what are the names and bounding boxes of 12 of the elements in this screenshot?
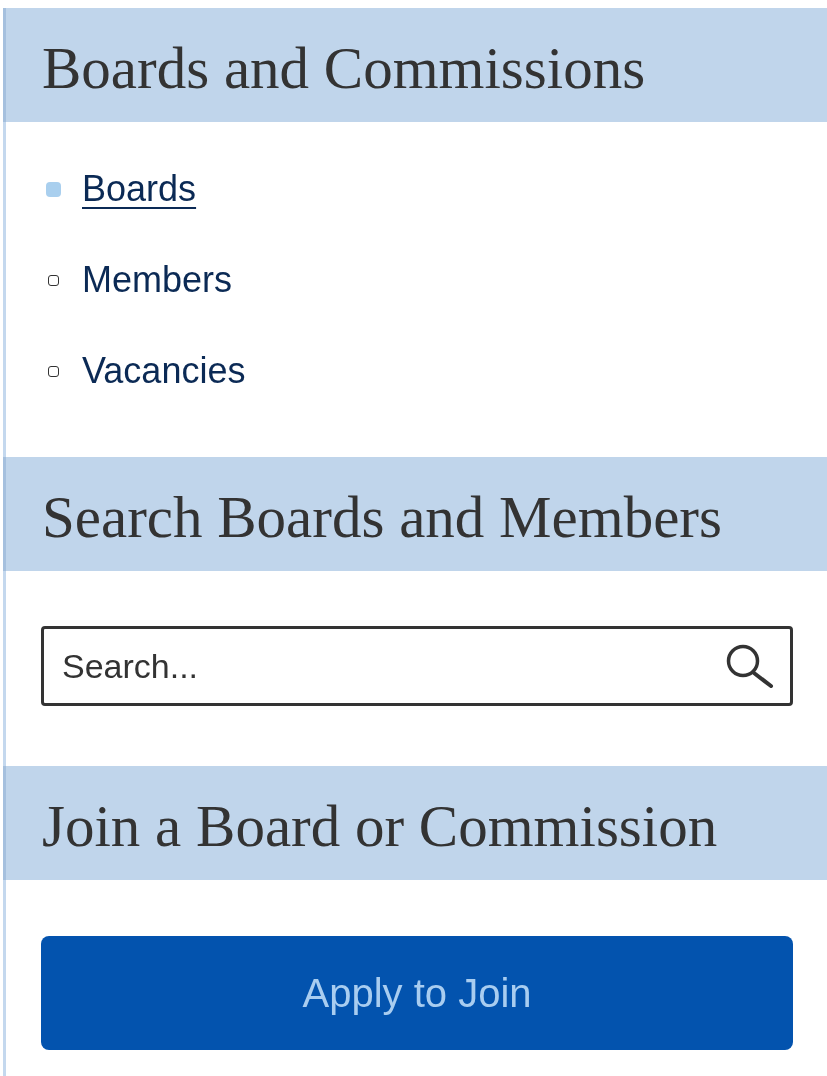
nav-link[interactable]: Boards bbox=[82, 169, 197, 209]
nav-link[interactable]: Members bbox=[82, 260, 233, 300]
section-header: Boards and Commissions bbox=[3, 8, 827, 122]
apply-button[interactable]: Apply to Join bbox=[41, 936, 793, 1050]
section-header: Join a Board or Commission bbox=[3, 766, 827, 880]
bullet-icon bbox=[46, 181, 61, 197]
section-header: Search Boards and Members bbox=[3, 457, 827, 571]
bullet-icon bbox=[48, 274, 59, 286]
bullet-icon bbox=[48, 365, 59, 377]
search-icon[interactable] bbox=[726, 644, 774, 688]
search-field[interactable]: Search... bbox=[41, 626, 793, 706]
nav-link[interactable]: Vacancies bbox=[82, 351, 246, 391]
